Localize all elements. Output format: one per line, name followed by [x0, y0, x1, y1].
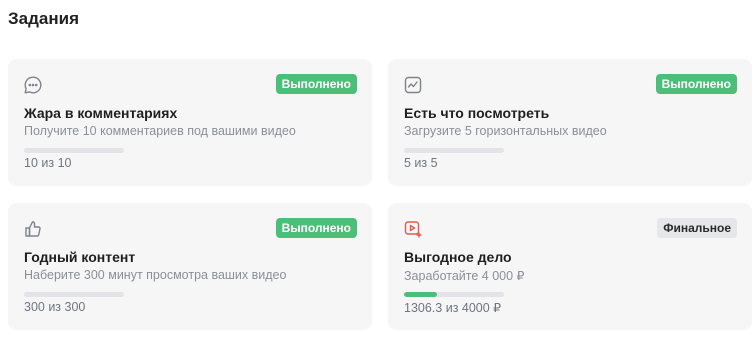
task-description: Загрузите 5 горизонтальных видео — [404, 124, 607, 138]
progress-text: 5 из 5 — [404, 156, 438, 170]
activity-chart-icon — [403, 75, 423, 95]
progress-bar — [24, 148, 124, 153]
task-title: Годный контент — [24, 249, 136, 265]
progress-text: 1306.3 из 4000 ₽ — [404, 301, 502, 315]
progress-bar — [404, 148, 504, 153]
task-title: Выгодное дело — [404, 249, 512, 265]
status-badge: Выполнено — [275, 74, 357, 94]
progress-text: 10 из 10 — [24, 156, 72, 170]
thumbs-up-icon — [23, 219, 43, 239]
status-badge: Выполнено — [275, 218, 357, 238]
video-play-icon — [403, 219, 423, 239]
task-description: Наберите 300 минут просмотра ваших видео — [24, 268, 287, 282]
chat-bubble-icon — [23, 75, 43, 95]
task-card-horizontal-videos[interactable]: Выполнено Есть что посмотреть Загрузите … — [388, 59, 752, 186]
task-title: Есть что посмотреть — [404, 105, 550, 121]
task-card-watch-minutes[interactable]: Выполнено Годный контент Наберите 300 ми… — [8, 203, 372, 330]
progress-fill — [404, 292, 437, 297]
status-badge: Финальное — [657, 218, 737, 238]
task-description: Заработайте 4 000 ₽ — [404, 269, 525, 283]
task-title: Жара в комментариях — [24, 105, 178, 121]
progress-bar — [404, 292, 504, 297]
task-card-comments[interactable]: Выполнено Жара в комментариях Получите 1… — [8, 59, 372, 186]
progress-text: 300 из 300 — [24, 300, 86, 314]
task-description: Получите 10 комментариев под вашими виде… — [24, 124, 296, 138]
task-card-earnings[interactable]: Финальное Выгодное дело Заработайте 4 00… — [388, 203, 752, 330]
status-badge: Выполнено — [655, 74, 737, 94]
progress-bar — [24, 292, 124, 297]
page-title: Задания — [8, 9, 79, 28]
